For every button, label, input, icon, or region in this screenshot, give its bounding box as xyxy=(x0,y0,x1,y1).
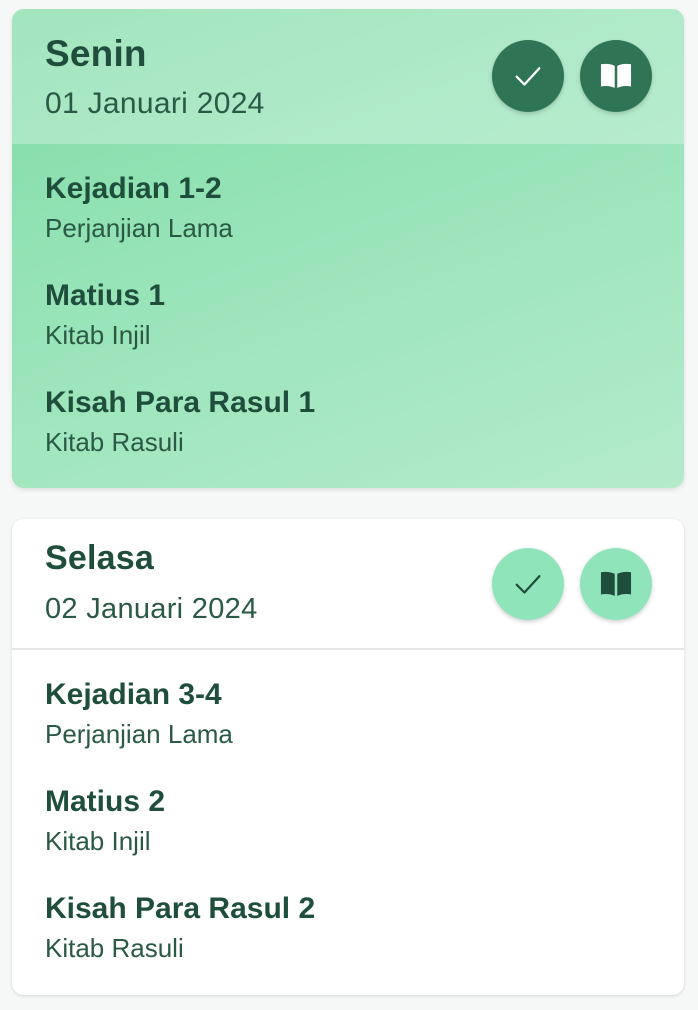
day-card-header: Selasa 02 Januari 2024 xyxy=(12,519,684,650)
reading-list: Kejadian 1-2 Perjanjian Lama Matius 1 Ki… xyxy=(45,169,664,488)
reading-category: Kitab Injil xyxy=(45,826,151,856)
checkmark-icon xyxy=(515,67,541,86)
reading-list: Kejadian 3-4 Perjanjian Lama Matius 2 Ki… xyxy=(45,675,664,995)
reading-item[interactable]: Matius 2 Kitab Injil xyxy=(45,782,664,889)
open-book-icon xyxy=(600,571,632,597)
day-card-header: Senin 01 Januari 2024 xyxy=(12,9,684,144)
reading-item[interactable]: Kejadian 1-2 Perjanjian Lama xyxy=(45,169,664,276)
reading-title: Kisah Para Rasul 1 xyxy=(45,386,316,419)
mark-done-button[interactable] xyxy=(492,548,564,620)
day-name: Senin xyxy=(45,33,147,74)
mark-done-button[interactable] xyxy=(492,40,564,112)
reading-item[interactable]: Kejadian 3-4 Perjanjian Lama xyxy=(45,675,664,782)
day-name: Selasa xyxy=(45,539,154,577)
reading-title: Matius 1 xyxy=(45,279,166,312)
reading-item[interactable]: Matius 1 Kitab Injil xyxy=(45,276,664,383)
open-book-icon xyxy=(600,63,632,89)
day-card-selasa[interactable]: Selasa 02 Januari 2024 Kejadian 3-4 Perj… xyxy=(12,519,684,995)
reading-item[interactable]: Kisah Para Rasul 1 Kitab Rasuli xyxy=(45,383,664,488)
reading-category: Perjanjian Lama xyxy=(45,719,233,749)
reading-title: Matius 2 xyxy=(45,785,166,818)
open-reading-button[interactable] xyxy=(580,548,652,620)
checkmark-icon xyxy=(515,575,541,594)
day-date: 02 Januari 2024 xyxy=(45,593,258,625)
reading-plan-list: Senin 01 Januari 2024 Kejadian 1-2 Perja… xyxy=(0,0,698,1010)
reading-title: Kisah Para Rasul 2 xyxy=(45,892,316,925)
reading-category: Kitab Rasuli xyxy=(45,427,184,457)
reading-category: Perjanjian Lama xyxy=(45,213,233,243)
open-reading-button[interactable] xyxy=(580,40,652,112)
day-date: 01 Januari 2024 xyxy=(45,87,265,120)
day-card-senin[interactable]: Senin 01 Januari 2024 Kejadian 1-2 Perja… xyxy=(12,9,684,488)
reading-item[interactable]: Kisah Para Rasul 2 Kitab Rasuli xyxy=(45,889,664,995)
reading-title: Kejadian 3-4 xyxy=(45,678,222,711)
reading-title: Kejadian 1-2 xyxy=(45,172,222,205)
reading-category: Kitab Rasuli xyxy=(45,933,184,963)
reading-category: Kitab Injil xyxy=(45,320,151,350)
